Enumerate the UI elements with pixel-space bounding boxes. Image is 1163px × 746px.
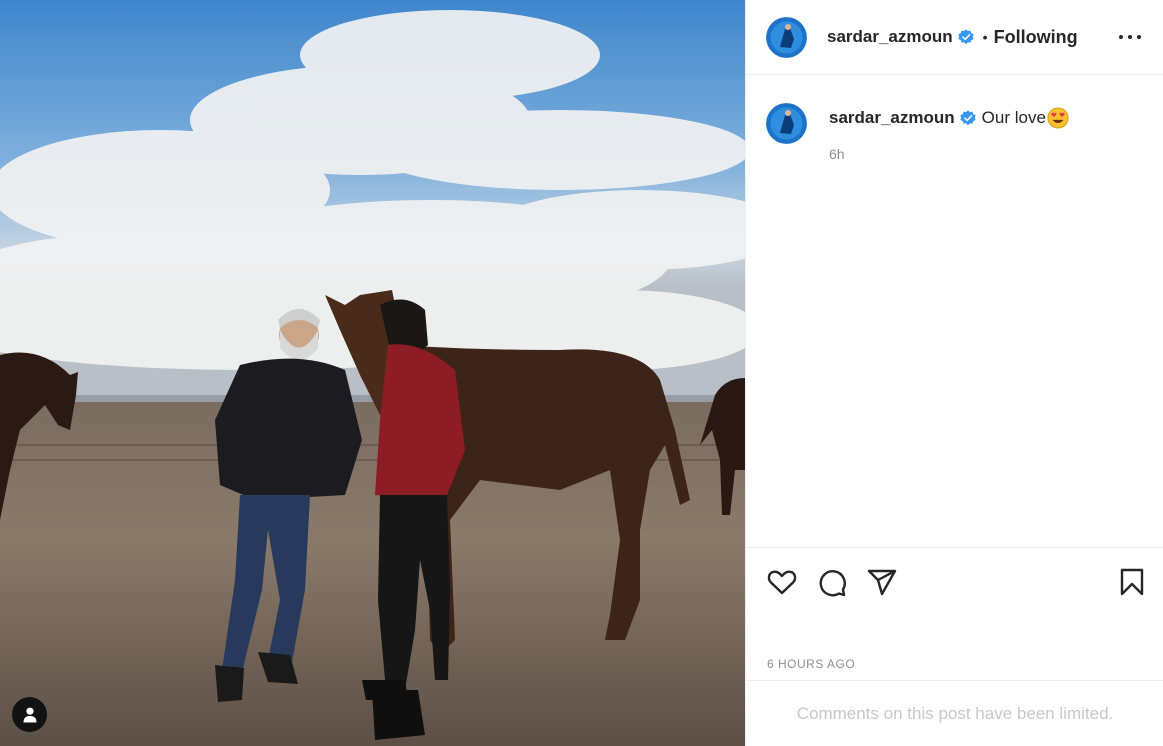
paper-plane-icon (867, 569, 897, 596)
comment-bubble-icon (819, 570, 846, 597)
verified-badge-icon (960, 110, 976, 126)
more-options-button[interactable] (1119, 27, 1141, 47)
caption: sardar_azmoun Our love 6h (746, 75, 1163, 162)
avatar-image (766, 103, 807, 144)
user-tag-icon (23, 707, 36, 722)
comments-limited-notice: Comments on this post have been limited. (746, 680, 1163, 746)
post-timestamp[interactable]: 6 HOURS AGO (767, 657, 855, 671)
caption-line: sardar_azmoun Our love (829, 106, 1069, 130)
caption-timestamp[interactable]: 6h (829, 146, 1069, 162)
verified-badge-icon (958, 29, 974, 45)
comment-button[interactable] (816, 566, 848, 598)
following-button[interactable]: Following (994, 27, 1078, 48)
more-options-icon (1128, 35, 1132, 39)
post-photo[interactable] (0, 0, 745, 746)
more-options-icon (1119, 35, 1123, 39)
post-header: sardar_azmoun • Following (746, 0, 1163, 75)
like-button[interactable] (766, 566, 798, 598)
post-side-panel: sardar_azmoun • Following sardar_azmoun (745, 0, 1163, 746)
heart-eyes-emoji (1047, 107, 1069, 129)
separator-dot: • (982, 29, 988, 45)
user-tag-button[interactable] (12, 697, 47, 732)
bookmark-icon (1120, 568, 1144, 596)
caption-text: Our love (981, 108, 1046, 127)
caption-body: sardar_azmoun Our love 6h (829, 103, 1069, 162)
caption-author-avatar[interactable] (766, 103, 807, 144)
avatar-image (766, 16, 807, 58)
more-options-icon (1137, 35, 1141, 39)
author-avatar[interactable] (766, 16, 807, 58)
author-username[interactable]: sardar_azmoun (827, 27, 953, 47)
save-button[interactable] (1116, 566, 1148, 598)
post-image (0, 0, 745, 746)
action-bar (746, 547, 1163, 607)
heart-icon (767, 570, 797, 595)
share-button[interactable] (866, 566, 898, 598)
caption-username[interactable]: sardar_azmoun (829, 106, 955, 130)
